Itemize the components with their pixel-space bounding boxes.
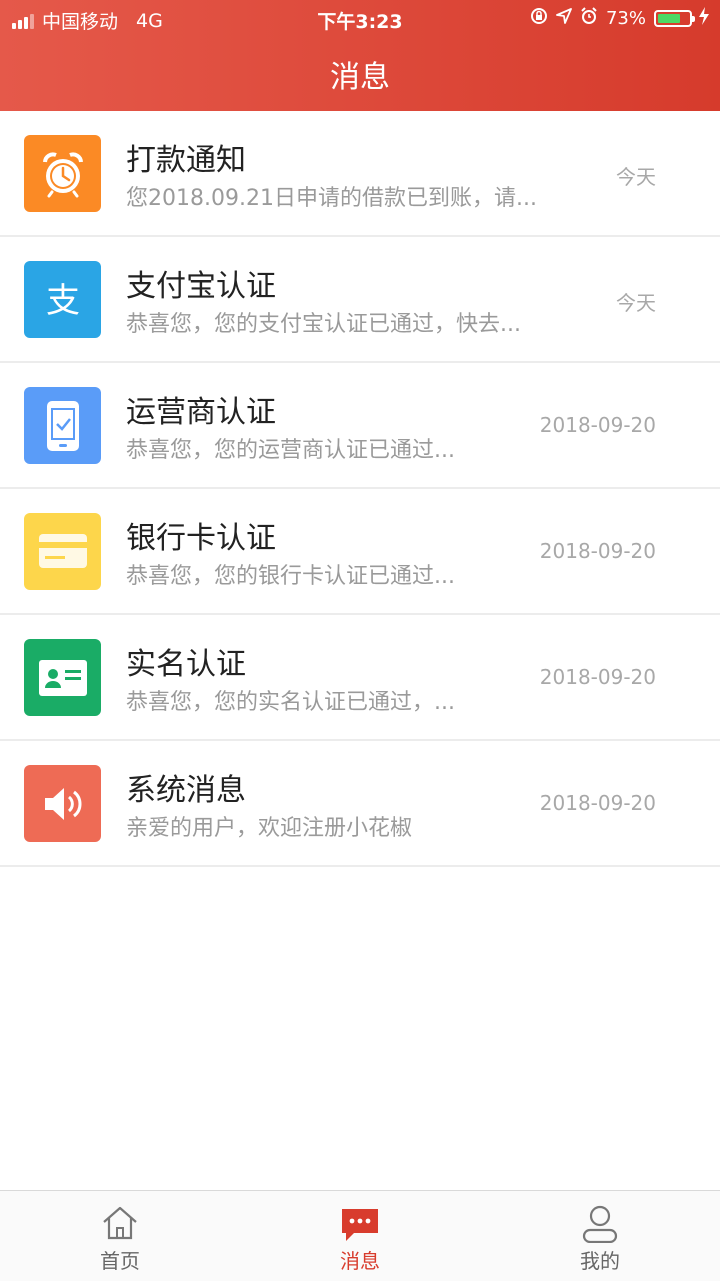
message-icon [342,1209,378,1241]
message-item-real-name-auth[interactable]: 实名认证 恭喜您，您的实名认证已通过，... 2018-09-20 [0,615,720,741]
battery-percent: 73% [605,8,646,29]
message-item-system[interactable]: 系统消息 亲爱的用户，欢迎注册小花椒 2018-09-20 [0,741,720,867]
alarm-clock-icon [24,135,101,212]
tab-label: 我的 [580,1249,620,1273]
message-date: 2018-09-20 [539,665,656,689]
bank-card-icon [24,513,101,590]
tab-bar: 首页 消息 我的 [0,1190,720,1281]
message-title: 实名认证 [126,647,246,682]
tab-home[interactable]: 首页 [60,1191,180,1281]
message-item-payment-notice[interactable]: 打款通知 您2018.09.21日申请的借款已到账，请... 今天 [0,111,720,237]
message-title: 系统消息 [126,773,246,808]
message-title: 银行卡认证 [126,521,276,556]
message-preview: 恭喜您，您的支付宝认证已通过，快去... [126,312,521,337]
message-preview: 恭喜您，您的实名认证已通过，... [126,690,455,715]
alarm-icon [580,7,598,30]
message-item-bank-card-auth[interactable]: 银行卡认证 恭喜您，您的银行卡认证已通过... 2018-09-20 [0,489,720,615]
app-header: 中国移动 4G 下午3:23 73% 消息 [0,0,720,111]
message-date: 2018-09-20 [539,539,656,563]
message-item-alipay-auth[interactable]: 支 支付宝认证 恭喜您，您的支付宝认证已通过，快去... 今天 [0,237,720,363]
user-icon [582,1205,618,1243]
page-title: 消息 [330,60,390,95]
mobile-phone-icon [24,387,101,464]
message-date: 今天 [616,291,656,315]
message-preview: 恭喜您，您的运营商认证已通过... [126,438,455,463]
message-date: 2018-09-20 [539,791,656,815]
message-title: 运营商认证 [126,395,276,430]
tab-label: 消息 [340,1249,380,1273]
location-icon [556,8,572,29]
message-title: 打款通知 [126,143,246,178]
alipay-icon: 支 [24,261,101,338]
tab-messages[interactable]: 消息 [300,1191,420,1281]
home-icon [103,1206,137,1240]
message-date: 今天 [616,165,656,189]
battery-icon [654,10,695,27]
message-preview: 亲爱的用户，欢迎注册小花椒 [126,816,413,841]
message-title: 支付宝认证 [126,269,276,304]
status-bar: 中国移动 4G 下午3:23 73% [0,0,720,38]
orientation-lock-icon [530,7,548,30]
message-preview: 您2018.09.21日申请的借款已到账，请... [126,186,537,211]
id-card-icon [24,639,101,716]
speaker-icon [24,765,101,842]
svg-text:支: 支 [46,281,80,321]
charging-icon [698,7,710,30]
message-list: 打款通知 您2018.09.21日申请的借款已到账，请... 今天 支 支付宝认… [0,111,720,867]
message-date: 2018-09-20 [539,413,656,437]
message-preview: 恭喜您，您的银行卡认证已通过... [126,564,455,589]
tab-profile[interactable]: 我的 [540,1191,660,1281]
message-item-carrier-auth[interactable]: 运营商认证 恭喜您，您的运营商认证已通过... 2018-09-20 [0,363,720,489]
tab-label: 首页 [100,1249,140,1273]
